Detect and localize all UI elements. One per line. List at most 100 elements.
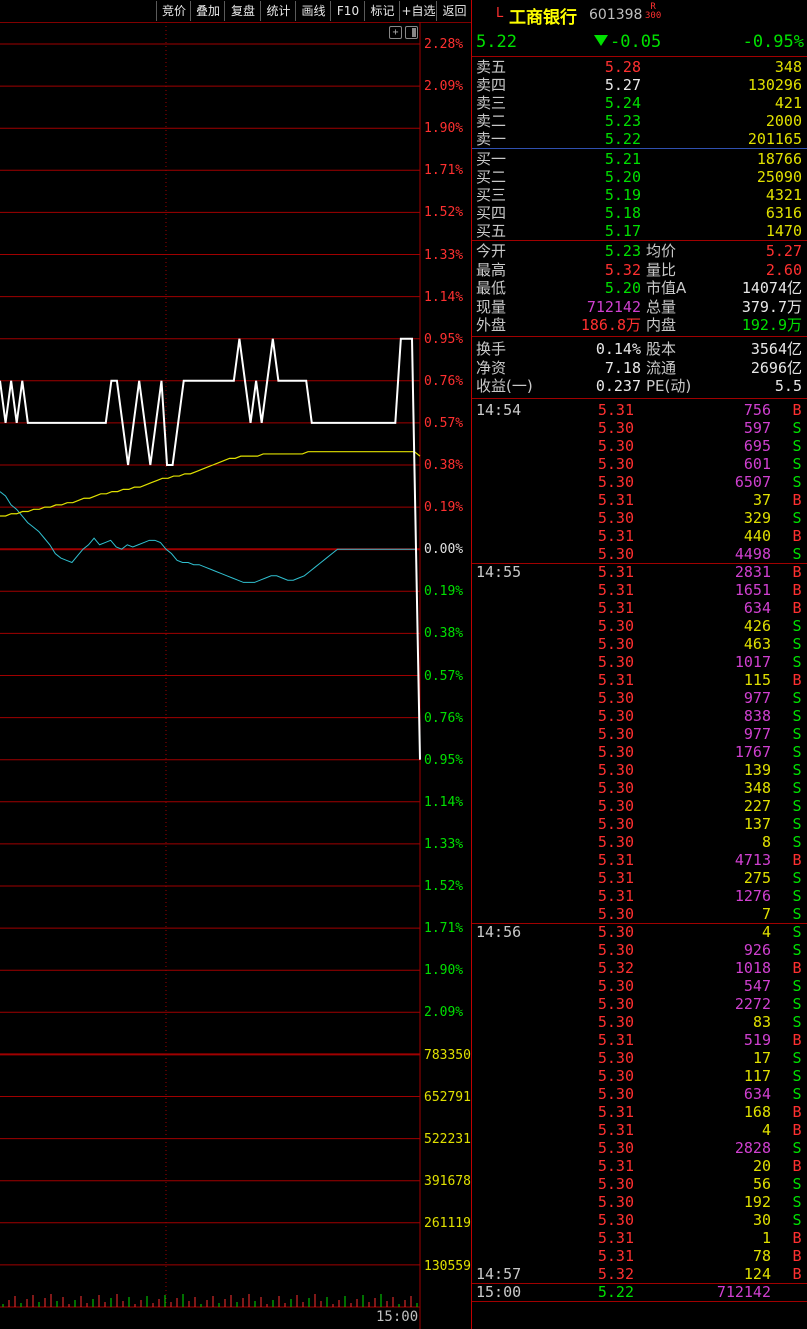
- tick-volume: 1767: [734, 743, 771, 761]
- tick-row: 5.30 117 S: [476, 1067, 804, 1085]
- stat-value: 186.8万: [580, 316, 641, 334]
- tick-side: S: [792, 635, 802, 653]
- price-axis-label: 0.76%: [424, 373, 464, 389]
- bids-label: 买一: [476, 150, 507, 168]
- stat-value: 379.7万: [741, 297, 802, 316]
- stat-label: 今开: [476, 242, 507, 260]
- price-axis-label: 2.28%: [424, 37, 464, 52]
- bids-volume: 4321: [765, 186, 802, 204]
- asks-volume: 130296: [747, 76, 802, 94]
- asks-label: 卖二: [476, 112, 507, 130]
- tick-volume: 463: [743, 635, 771, 653]
- tick-volume: 78: [752, 1247, 771, 1265]
- bids-label: 买三: [476, 186, 507, 204]
- tick-volume: 1: [761, 1229, 771, 1247]
- stat-label: 最高: [476, 260, 507, 279]
- tick-side: S: [792, 833, 802, 851]
- tick-side: S: [792, 1049, 802, 1067]
- tick-side: S: [792, 977, 802, 995]
- price-axis-label: 0.38%: [424, 458, 464, 473]
- tick-side: S: [792, 725, 802, 743]
- stats-row: 最低 5.20 市值A 14074亿: [476, 279, 806, 297]
- toolbar-mark-button[interactable]: 标记: [364, 1, 400, 21]
- tick-row: 5.30 463 S: [476, 635, 804, 653]
- tick-price: 5.30: [597, 1049, 634, 1067]
- tick-side: B: [792, 959, 802, 977]
- tick-price: 5.31: [597, 1103, 634, 1121]
- price-axis-label: 1.33%: [424, 836, 464, 852]
- tick-volume: 712142: [716, 1283, 771, 1301]
- quote-panel: L 工商银行 601398 R 300 5.22 -0.05 -0.95% 卖五…: [471, 0, 807, 1329]
- tick-side: S: [792, 653, 802, 671]
- tick-price: 5.30: [597, 1013, 634, 1031]
- tick-row: 5.30 8 S: [476, 833, 804, 851]
- tick-price: 5.30: [597, 455, 634, 473]
- panel-toggle-icon[interactable]: [405, 26, 418, 39]
- tick-side: S: [792, 545, 802, 563]
- intraday-chart: + 2.28% 2.09% 1.90% 1.71% 1.52% 1.33% 1.14% 0.9…: [0, 22, 471, 1329]
- finance-label: 换手: [476, 340, 507, 358]
- stats-row: 外盘 186.8万 内盘 192.9万: [476, 316, 806, 334]
- tick-volume: 37: [752, 491, 771, 509]
- tick-price: 5.22: [597, 1283, 634, 1301]
- tick-volume: 227: [743, 797, 771, 815]
- toolbar-back-button[interactable]: 返回: [436, 1, 472, 21]
- toolbar-f10-button[interactable]: F10: [330, 1, 365, 21]
- toolbar-draw-button[interactable]: 画线: [295, 1, 331, 21]
- stat-label: 均价: [646, 242, 677, 260]
- tick-volume: 192: [743, 1193, 771, 1211]
- tick-volume: 348: [743, 779, 771, 797]
- tick-row: 5.30 329 S: [476, 509, 804, 527]
- toolbar-stats-button[interactable]: 统计: [260, 1, 296, 21]
- tick-price: 5.31: [597, 491, 634, 509]
- tick-volume: 977: [743, 725, 771, 743]
- bids-label: 买二: [476, 168, 507, 186]
- tick-volume: 4: [761, 923, 771, 941]
- price-axis-label: 0.57%: [424, 668, 464, 684]
- price-axis-label: 1.71%: [424, 921, 464, 937]
- tick-side: S: [792, 995, 802, 1013]
- bids-price: 5.17: [604, 222, 641, 240]
- tick-row: 5.30 601 S: [476, 455, 804, 473]
- tick-side: S: [792, 1139, 802, 1157]
- bids-row: 买三 5.19 4321: [476, 186, 806, 204]
- stat-label: 总量: [646, 297, 677, 316]
- tick-price: 5.30: [597, 905, 634, 923]
- toolbar-overlay-button[interactable]: 叠加: [190, 1, 225, 21]
- plus-icon[interactable]: +: [389, 26, 402, 39]
- asks-price: 5.22: [604, 130, 641, 148]
- toolbar-add-watchlist-button[interactable]: +自选: [399, 1, 437, 21]
- tick-row: 5.31 168 B: [476, 1103, 804, 1121]
- tick-side: B: [792, 581, 802, 599]
- bids-price: 5.19: [604, 186, 641, 204]
- tick-volume: 519: [743, 1031, 771, 1049]
- tick-price: 5.30: [597, 617, 634, 635]
- price-axis-label: 0.38%: [424, 626, 464, 642]
- stat-label: 最低: [476, 279, 507, 297]
- tick-price: 5.30: [597, 1067, 634, 1085]
- tick-volume: 756: [743, 401, 771, 419]
- finance-value: 2696亿: [750, 358, 802, 377]
- asks-volume: 2000: [765, 112, 802, 130]
- toolbar-replay-button[interactable]: 复盘: [224, 1, 261, 21]
- tick-price: 5.30: [597, 743, 634, 761]
- tick-side: S: [792, 941, 802, 959]
- tick-price: 5.30: [597, 473, 634, 491]
- tick-side: B: [792, 671, 802, 689]
- tick-row: 14:55 5.31 2831 B: [476, 563, 804, 581]
- stats-row: 今开 5.23 均价 5.27: [476, 242, 806, 260]
- stock-name[interactable]: 工商银行: [509, 3, 577, 28]
- price-axis-label: 2.09%: [424, 1005, 464, 1021]
- tick-row: 5.30 137 S: [476, 815, 804, 833]
- tick-volume: 634: [743, 1085, 771, 1103]
- tick-volume: 117: [743, 1067, 771, 1085]
- tick-volume: 1017: [734, 653, 771, 671]
- stats-row: 最高 5.32 量比 2.60: [476, 261, 806, 279]
- toolbar-bidding-button[interactable]: 竞价: [156, 1, 191, 21]
- tick-price: 5.31: [597, 401, 634, 419]
- tick-price: 5.30: [597, 1085, 634, 1103]
- tick-volume: 56: [752, 1175, 771, 1193]
- volume-axis-label: 261119: [424, 1216, 471, 1232]
- price-axis-label: 2.09%: [424, 79, 464, 95]
- tick-price: 5.30: [597, 707, 634, 725]
